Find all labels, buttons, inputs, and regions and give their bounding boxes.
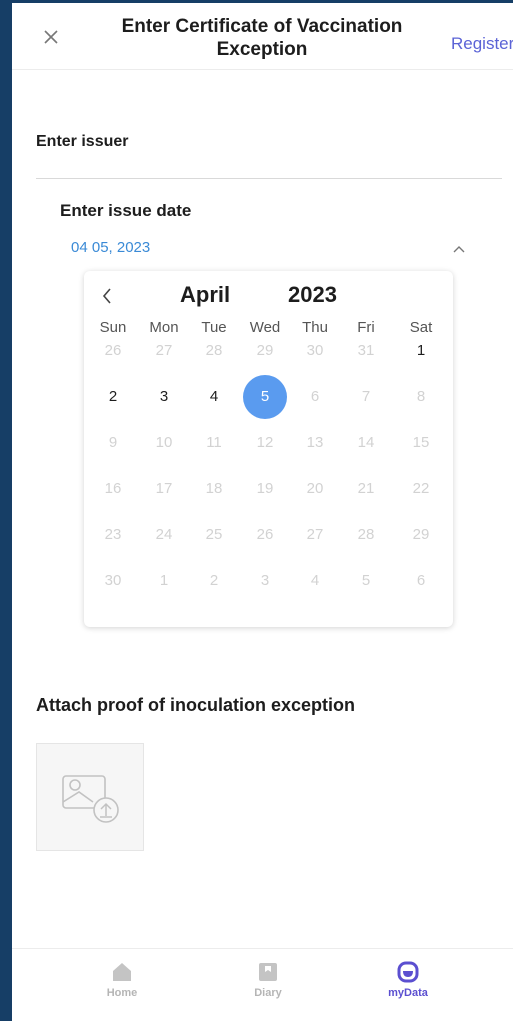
calendar-day[interactable]: 4: [293, 559, 337, 603]
calendar-day[interactable]: 13: [293, 421, 337, 465]
issue-date-label: Enter issue date: [60, 201, 192, 220]
nav-item-home[interactable]: Home: [82, 961, 162, 999]
calendar-day[interactable]: 23: [91, 513, 135, 557]
nav-label-mydata: myData: [388, 987, 428, 999]
upload-image-button[interactable]: [36, 743, 144, 851]
nav-label-diary: Diary: [254, 987, 282, 999]
calendar-day[interactable]: 7: [344, 375, 388, 419]
issue-date-value[interactable]: 04 05, 2023: [71, 239, 150, 256]
calendar-day[interactable]: 29: [243, 329, 287, 373]
calendar-day[interactable]: 1: [399, 329, 443, 373]
calendar-day[interactable]: 28: [192, 329, 236, 373]
diary-icon: [259, 963, 277, 981]
calendar-day[interactable]: 6: [293, 375, 337, 419]
calendar-year[interactable]: 2023: [288, 282, 337, 308]
calendar-day[interactable]: 3: [142, 375, 186, 419]
calendar-day-selected[interactable]: 5: [243, 375, 287, 419]
close-icon[interactable]: [42, 28, 60, 46]
calendar-day[interactable]: 26: [91, 329, 135, 373]
calendar-day[interactable]: 27: [142, 329, 186, 373]
date-picker: April 2023 Sun Mon Tue Wed Thu Fri Sat 26 27 28 2…: [84, 271, 453, 627]
calendar-day[interactable]: 2: [192, 559, 236, 603]
calendar-day[interactable]: 30: [91, 559, 135, 603]
calendar-day[interactable]: 27: [293, 513, 337, 557]
issuer-label: Enter issuer: [36, 133, 129, 150]
calendar-day[interactable]: 11: [192, 421, 236, 465]
calendar-day[interactable]: 5: [344, 559, 388, 603]
attach-label: Attach proof of inoculation exception: [36, 695, 355, 715]
calendar-day[interactable]: 19: [243, 467, 287, 511]
nav-label-home: Home: [106, 987, 138, 999]
image-upload-icon: [62, 775, 119, 823]
calendar-day[interactable]: 16: [91, 467, 135, 511]
calendar-day[interactable]: 25: [192, 513, 236, 557]
issuer-input[interactable]: [36, 178, 502, 179]
header: Enter Certificate of Vaccination Excepti…: [12, 3, 513, 70]
calendar-day[interactable]: 31: [344, 329, 388, 373]
calendar-day[interactable]: 6: [399, 559, 443, 603]
page-title-line-2: Exception: [216, 39, 308, 60]
nav-item-diary[interactable]: Diary: [228, 961, 308, 999]
nav-item-mydata[interactable]: myData: [368, 961, 448, 999]
screen: Enter Certificate of Vaccination Excepti…: [12, 3, 513, 1021]
calendar-day[interactable]: 29: [399, 513, 443, 557]
calendar-day[interactable]: 3: [243, 559, 287, 603]
calendar-day[interactable]: 1: [142, 559, 186, 603]
calendar-day[interactable]: 20: [293, 467, 337, 511]
calendar-day[interactable]: 14: [344, 421, 388, 465]
calendar-day[interactable]: 4: [192, 375, 236, 419]
chevron-up-icon[interactable]: [452, 241, 466, 253]
calendar-day[interactable]: 21: [344, 467, 388, 511]
frame-left-border: [0, 0, 12, 1021]
home-icon: [113, 963, 131, 981]
calendar-days: 26 27 28 29 30 31 1 2 3 4 5 6 7 8 9 10 11 12 13 14 15 16 17 18 1…: [91, 342, 444, 631]
calendar-day[interactable]: 17: [142, 467, 186, 511]
calendar-day[interactable]: 22: [399, 467, 443, 511]
calendar-day[interactable]: 10: [142, 421, 186, 465]
calendar-day[interactable]: 24: [142, 513, 186, 557]
calendar-day[interactable]: 9: [91, 421, 135, 465]
register-button[interactable]: Register: [451, 34, 513, 54]
chevron-left-icon[interactable]: [99, 285, 115, 307]
calendar-month[interactable]: April: [180, 282, 230, 308]
calendar-day[interactable]: 8: [399, 375, 443, 419]
calendar-day[interactable]: 28: [344, 513, 388, 557]
calendar-day[interactable]: 30: [293, 329, 337, 373]
calendar-day[interactable]: 12: [243, 421, 287, 465]
bottom-navigation: Home Diary myData: [12, 948, 513, 1021]
calendar-day[interactable]: 26: [243, 513, 287, 557]
mydata-icon: [397, 961, 419, 983]
calendar-day[interactable]: 15: [399, 421, 443, 465]
calendar-day[interactable]: 2: [91, 375, 135, 419]
page-title-line-1: Enter Certificate of Vaccination: [121, 16, 403, 37]
page-title: Enter Certificate of Vaccination Excepti…: [102, 15, 422, 61]
calendar-day[interactable]: 18: [192, 467, 236, 511]
